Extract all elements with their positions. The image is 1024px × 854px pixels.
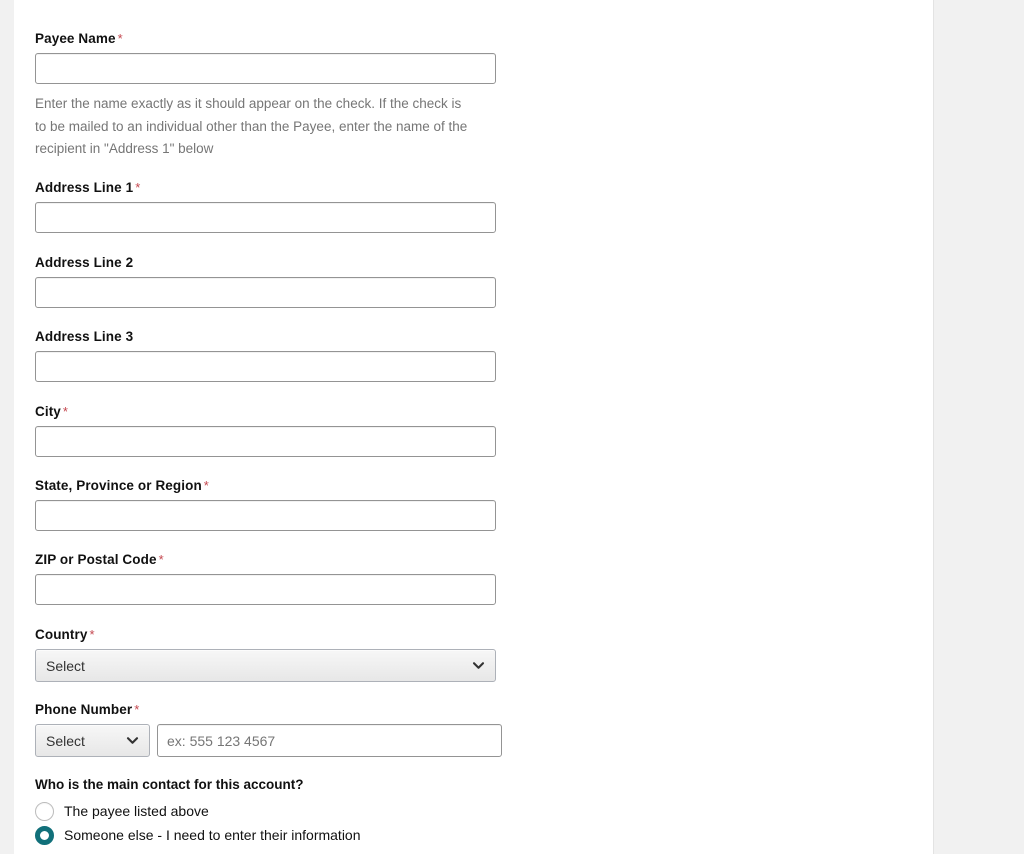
label-address-line-1-text: Address Line 1 [35, 180, 134, 195]
label-city: City * [35, 404, 496, 420]
address-line-1-input[interactable] [35, 202, 496, 233]
radio-unselected-icon[interactable] [35, 801, 54, 821]
label-city-text: City [35, 404, 61, 419]
label-state-province-region-text: State, Province or Region [35, 478, 202, 493]
label-country-text: Country [35, 627, 88, 642]
payee-name-helper-text: Enter the name exactly as it should appe… [35, 96, 468, 156]
label-address-line-2-text: Address Line 2 [35, 255, 134, 270]
payee-name-input[interactable] [35, 53, 496, 84]
phone-number-input[interactable] [157, 724, 502, 757]
required-asterisk: * [158, 552, 164, 567]
radio-option-someone-else-label: Someone else - I need to enter their inf… [64, 826, 361, 843]
label-payee-name-text: Payee Name [35, 31, 116, 46]
field-main-contact: Who is the main contact for this account… [35, 777, 361, 847]
field-city: City * [35, 404, 496, 457]
required-asterisk: * [134, 702, 140, 717]
label-phone-number-text: Phone Number [35, 702, 133, 717]
phone-country-code-select-value: Select [46, 732, 85, 749]
field-phone-number: Phone Number * Select [35, 702, 502, 757]
country-select-wrapper: Select [35, 649, 496, 682]
radio-option-payee-listed-above[interactable]: The payee listed above [35, 799, 361, 823]
label-address-line-1: Address Line 1 * [35, 180, 496, 196]
field-address-line-1: Address Line 1 * [35, 180, 496, 233]
label-phone-number: Phone Number * [35, 702, 502, 718]
label-payee-name: Payee Name * [35, 31, 496, 47]
content-panel: Payee Name * Enter the name exactly as it… [14, 0, 934, 854]
address-line-3-input[interactable] [35, 351, 496, 382]
label-address-line-2: Address Line 2 [35, 255, 496, 271]
zip-postal-code-input[interactable] [35, 574, 496, 605]
field-address-line-3: Address Line 3 [35, 329, 496, 382]
label-zip-postal-code-text: ZIP or Postal Code [35, 552, 157, 567]
phone-number-row: Select [35, 724, 502, 757]
required-asterisk: * [203, 478, 209, 493]
page-root: Payee Name * Enter the name exactly as it… [0, 0, 1024, 854]
radio-option-someone-else[interactable]: Someone else - I need to enter their inf… [35, 823, 361, 847]
required-asterisk: * [62, 404, 69, 419]
field-payee-name: Payee Name * Enter the name exactly as it… [35, 31, 496, 161]
chevron-down-icon [472, 659, 485, 672]
radio-selected-icon[interactable] [35, 825, 54, 845]
field-address-line-2: Address Line 2 [35, 255, 496, 308]
radio-option-payee-listed-above-label: The payee listed above [64, 802, 209, 819]
main-contact-heading: Who is the main contact for this account… [35, 777, 304, 792]
state-province-region-input[interactable] [35, 500, 496, 531]
label-state-province-region: State, Province or Region * [35, 478, 496, 494]
field-zip-postal-code: ZIP or Postal Code * [35, 552, 496, 605]
label-zip-postal-code: ZIP or Postal Code * [35, 552, 496, 568]
phone-country-code-select[interactable]: Select [35, 724, 150, 757]
label-address-line-3-text: Address Line 3 [35, 329, 134, 344]
field-country: Country * Select [35, 627, 496, 682]
required-asterisk: * [135, 180, 141, 195]
country-select[interactable]: Select [35, 649, 496, 682]
required-asterisk: * [117, 31, 123, 46]
main-contact-radio-group: The payee listed above Someone else - I … [35, 799, 361, 847]
required-asterisk: * [89, 627, 95, 642]
field-state-province-region: State, Province or Region * [35, 478, 496, 531]
city-input[interactable] [35, 426, 496, 457]
chevron-down-icon [126, 734, 139, 747]
label-address-line-3: Address Line 3 [35, 329, 496, 345]
phone-country-code-select-wrapper: Select [35, 724, 150, 757]
label-country: Country * [35, 627, 496, 643]
country-select-value: Select [46, 657, 85, 674]
address-line-2-input[interactable] [35, 277, 496, 308]
